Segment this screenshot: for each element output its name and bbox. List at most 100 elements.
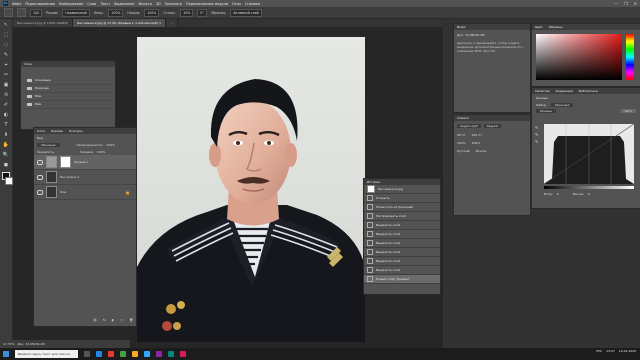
history-item[interactable]: Выделить слой xyxy=(364,257,440,266)
opacity-field[interactable]: 100% xyxy=(108,8,124,17)
mode-select[interactable]: Нормальный xyxy=(62,8,90,17)
photoshop-taskbar-icon[interactable] xyxy=(144,351,150,357)
menu-3d[interactable]: 3D xyxy=(156,2,161,6)
minimize-icon[interactable]: — xyxy=(614,1,618,6)
task-view-icon[interactable] xyxy=(84,351,90,357)
hand-tool-icon[interactable]: ✋ xyxy=(3,142,10,149)
tab-document-2[interactable]: Без имени-2.jpg @ 17,4% (Кривые 1, Слой-… xyxy=(73,19,167,27)
input-value[interactable]: 0 xyxy=(557,192,559,196)
fill-value[interactable]: 100% xyxy=(97,150,106,154)
brush-preset-icon[interactable] xyxy=(17,8,26,17)
marquee-tool-icon[interactable]: ⬚ xyxy=(3,32,10,39)
add-mask-icon[interactable]: ◐ xyxy=(112,318,115,324)
menu-select[interactable]: Выделение xyxy=(114,2,134,6)
tab-properties[interactable]: Свойства xyxy=(535,88,550,94)
library-folder[interactable]: Мои xyxy=(21,93,115,101)
trash-icon[interactable]: 🗑 xyxy=(129,318,133,324)
menu-file[interactable]: Файл xyxy=(12,2,21,6)
quick-select-tool-icon[interactable]: ✎ xyxy=(3,52,10,59)
type-tool-icon[interactable]: T xyxy=(3,122,10,129)
output-value[interactable]: 0 xyxy=(588,192,590,196)
language-indicator[interactable]: РУС xyxy=(596,349,602,353)
language-select[interactable]: Русский xyxy=(457,149,470,153)
clock-date[interactable]: 14.01.2020 xyxy=(619,349,636,353)
color-picker-field[interactable] xyxy=(536,34,622,80)
opera-icon[interactable] xyxy=(108,351,114,357)
layer-row-curves[interactable]: Кривые 1 xyxy=(34,155,136,170)
history-brush-icon[interactable]: ⟲ xyxy=(3,92,10,99)
eye-icon[interactable] xyxy=(37,159,43,165)
history-item[interactable]: Выделить слой xyxy=(364,221,440,230)
history-item[interactable]: Поместить встроенный xyxy=(364,203,440,212)
library-folder[interactable]: Основные xyxy=(21,77,115,85)
gray-point-eyedropper-icon[interactable]: ✎ xyxy=(535,131,542,138)
brush-tool-icon[interactable]: ✐ xyxy=(3,102,10,109)
eye-icon[interactable] xyxy=(37,174,43,180)
menu-plugins[interactable]: Подключаемые модули xyxy=(186,2,228,6)
history-item[interactable]: Выделить слой xyxy=(364,266,440,275)
browser-icon[interactable] xyxy=(96,351,102,357)
menu-layers[interactable]: Слои xyxy=(87,2,96,6)
menu-view[interactable]: Просмотр xyxy=(165,2,182,6)
history-item-selected[interactable]: Новый слой "Кривые" xyxy=(364,275,440,284)
maximize-icon[interactable]: ❐ xyxy=(624,1,628,6)
tab-channels[interactable]: Каналы xyxy=(51,128,63,134)
link-layers-icon[interactable]: ⛓ xyxy=(93,318,97,324)
angle-field[interactable]: 0° xyxy=(197,8,207,17)
auto-button[interactable]: Авто xyxy=(620,109,636,113)
heal-tool-icon[interactable]: ▣ xyxy=(3,82,10,89)
menu-text[interactable]: Текст xyxy=(100,2,110,6)
vertical-scale-field[interactable]: 100% xyxy=(457,141,466,145)
font-family-select[interactable]: Segoe Light xyxy=(457,124,481,128)
taskbar-search-input[interactable]: Введите здесь текст для поиска xyxy=(15,350,78,358)
fx-icon[interactable]: fx xyxy=(103,318,106,324)
app-icon[interactable] xyxy=(168,351,174,357)
menu-help[interactable]: Справка xyxy=(245,2,260,6)
eyedropper-tool-icon[interactable]: ✂ xyxy=(3,72,10,79)
history-item[interactable]: Выделить слой xyxy=(364,230,440,239)
menu-filter[interactable]: Фильтр xyxy=(138,2,151,6)
menu-window[interactable]: Окно xyxy=(232,2,241,6)
eye-icon[interactable] xyxy=(37,189,43,195)
horizontal-scale-field[interactable]: 100% xyxy=(472,141,481,145)
history-item[interactable]: Растрировать слой xyxy=(364,212,440,221)
tracking-field[interactable]: 100 пт xyxy=(471,133,481,137)
dodge-tool-icon[interactable]: ◐ xyxy=(3,112,10,119)
chrome-icon[interactable] xyxy=(120,351,126,357)
tab-document-1[interactable]: Без имени-1.jpg @ 100% (RGB/8) xyxy=(13,19,74,27)
layer-row-background[interactable]: Фон 🔒 xyxy=(34,185,136,200)
history-item[interactable]: Выделить слой xyxy=(364,248,440,257)
move-tool-icon[interactable]: ↖ xyxy=(3,22,10,29)
layer-row-image[interactable]: Без имени-1 xyxy=(34,170,136,185)
tab-adjustments[interactable]: Коррекция xyxy=(556,88,573,94)
blend-mode-select[interactable]: Обычные xyxy=(37,142,60,147)
tab-libraries[interactable]: Библиотеки xyxy=(579,88,598,94)
zoom-level[interactable]: 17,37% xyxy=(3,342,14,346)
brush-size-field[interactable]: 100 xyxy=(30,8,43,17)
black-point-eyedropper-icon[interactable]: ✎ xyxy=(535,124,542,131)
library-folder[interactable]: Мои xyxy=(21,101,115,109)
hue-slider[interactable] xyxy=(626,34,634,80)
antialias-select[interactable]: Резкое xyxy=(476,149,487,153)
background-color-swatch[interactable] xyxy=(5,177,13,185)
zoom-tool-icon[interactable]: 🔍 xyxy=(3,152,10,159)
menu-edit[interactable]: Редактирование xyxy=(25,2,55,6)
opacity-value[interactable]: 100% xyxy=(106,143,115,147)
smoothing-field[interactable]: 10% xyxy=(180,8,194,17)
channel-select[interactable]: Кривые xyxy=(536,109,556,113)
font-style-select[interactable]: Regular xyxy=(483,124,502,128)
flow-field[interactable]: 100% xyxy=(144,8,160,17)
app-icon[interactable] xyxy=(156,351,162,357)
path-select-icon[interactable]: ⬆ xyxy=(3,132,10,139)
tab-color[interactable]: Цвет xyxy=(535,24,543,30)
clock-time[interactable]: 13:27 xyxy=(606,349,615,353)
history-snapshot[interactable]: Без имени-2.jpg xyxy=(364,185,440,194)
home-icon[interactable] xyxy=(4,8,13,17)
font-size-field[interactable]: 48 пт xyxy=(457,133,465,137)
white-point-eyedropper-icon[interactable]: ✎ xyxy=(535,138,542,145)
tab-layers[interactable]: Слои xyxy=(37,128,45,134)
lasso-tool-icon[interactable]: ◌ xyxy=(3,42,10,49)
sample-select[interactable]: Активный слой xyxy=(230,8,262,17)
curves-graph[interactable] xyxy=(544,124,634,184)
filter-kind-select[interactable]: Вид xyxy=(37,136,43,140)
